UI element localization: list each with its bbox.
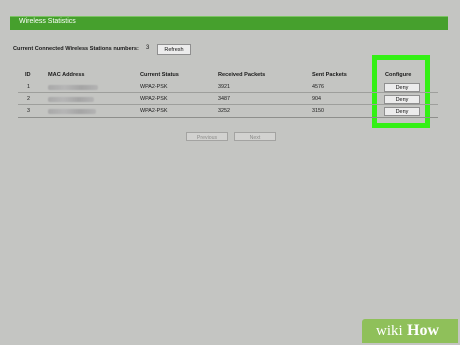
row-id: 3 [27, 108, 30, 114]
mac-address-redacted [48, 109, 96, 114]
row-received: 3252 [218, 108, 230, 114]
column-header-mac: MAC Address [48, 72, 85, 78]
watermark-how-text: How [407, 322, 439, 339]
deny-button-2[interactable]: Deny [384, 95, 420, 104]
row-sent: 3150 [312, 108, 324, 114]
page-title: Wireless Statistics [19, 18, 76, 25]
table-bottom-divider [18, 117, 438, 118]
row-status: WPA2-PSK [140, 108, 168, 114]
row-divider [18, 104, 438, 105]
column-header-received: Received Packets [218, 72, 266, 78]
row-id: 1 [27, 84, 30, 90]
row-sent: 904 [312, 96, 321, 102]
refresh-button[interactable]: Refresh [157, 44, 191, 55]
mac-address-redacted [48, 85, 98, 90]
station-count-value: 3 [146, 45, 150, 51]
row-received: 3487 [218, 96, 230, 102]
deny-button-3[interactable]: Deny [384, 107, 420, 116]
row-status: WPA2-PSK [140, 96, 168, 102]
row-sent: 4576 [312, 84, 324, 90]
column-header-configure: Configure [385, 72, 412, 78]
column-header-status: Current Status [140, 72, 179, 78]
section-header-bar: Wireless Statistics [10, 16, 448, 30]
column-header-sent: Sent Packets [312, 72, 347, 78]
row-divider [18, 92, 438, 93]
mac-address-redacted [48, 97, 94, 102]
next-button[interactable]: Next [234, 132, 276, 141]
watermark-wiki-text: wiki [376, 323, 403, 339]
station-count-label: Current Connected Wireless Stations numb… [13, 46, 139, 52]
row-received: 3921 [218, 84, 230, 90]
row-id: 2 [27, 96, 30, 102]
previous-button[interactable]: Previous [186, 132, 228, 141]
deny-button-1[interactable]: Deny [384, 83, 420, 92]
column-header-id: ID [25, 72, 31, 78]
row-status: WPA2-PSK [140, 84, 168, 90]
